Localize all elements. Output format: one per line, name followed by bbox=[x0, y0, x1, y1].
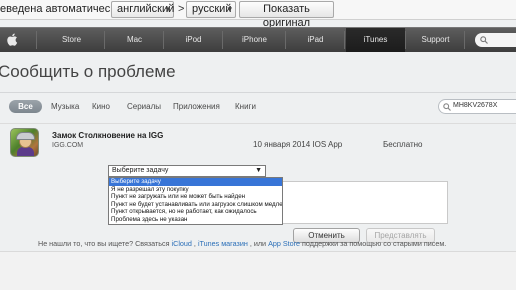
chevron-down-icon: ▾ bbox=[165, 4, 170, 14]
target-language-select[interactable]: русский ▾ bbox=[186, 1, 236, 18]
global-search-field[interactable] bbox=[475, 33, 516, 47]
nav-item-support[interactable]: Support bbox=[407, 28, 464, 52]
translate-direction: > bbox=[178, 3, 185, 15]
nav-item-ipad[interactable]: iPad bbox=[287, 28, 344, 52]
problem-description-textarea[interactable] bbox=[280, 181, 448, 224]
footer bbox=[0, 251, 516, 290]
app-name: Замок Столкновение на IGG bbox=[52, 131, 164, 140]
filter-tab-books[interactable]: Книги bbox=[235, 100, 256, 113]
search-icon bbox=[480, 36, 488, 44]
itunes-store-link[interactable]: iTunes магазин bbox=[198, 239, 248, 248]
nav-separator bbox=[344, 31, 345, 49]
nav-item-itunes[interactable]: iTunes bbox=[346, 28, 405, 52]
target-language-value: русский bbox=[192, 3, 232, 15]
nav-separator bbox=[104, 31, 105, 49]
nav-separator bbox=[36, 31, 37, 49]
app-icon bbox=[10, 128, 39, 157]
nav-item-store[interactable]: Store bbox=[38, 28, 105, 52]
search-icon bbox=[443, 103, 451, 111]
order-search-input[interactable]: MH8KV2678X bbox=[438, 99, 516, 114]
app-developer: IGG.COM bbox=[52, 142, 84, 149]
problem-select[interactable]: Выберите задачу ▼ bbox=[108, 165, 266, 177]
nav-separator bbox=[222, 31, 223, 49]
chevron-down-icon: ▼ bbox=[255, 167, 262, 174]
nav-separator bbox=[285, 31, 286, 49]
chevron-down-icon: ▾ bbox=[227, 4, 232, 14]
filter-tab-apps[interactable]: Приложения bbox=[173, 100, 220, 113]
problem-option[interactable]: Пункт не загружать или не может быть най… bbox=[109, 193, 282, 201]
icloud-link[interactable]: iCloud bbox=[172, 239, 192, 248]
filter-tab-movies[interactable]: Кино bbox=[92, 100, 110, 113]
translate-status-text: еведена автоматически bbox=[0, 3, 122, 15]
nav-item-mac[interactable]: Mac bbox=[106, 28, 163, 52]
divider bbox=[0, 92, 516, 93]
filter-tab-tv-shows[interactable]: Сериалы bbox=[127, 100, 161, 113]
source-language-select[interactable]: английский ▾ bbox=[111, 1, 174, 18]
nav-item-ipod[interactable]: iPod bbox=[165, 28, 222, 52]
nav-separator bbox=[163, 31, 164, 49]
nav-item-iphone[interactable]: iPhone bbox=[224, 28, 285, 52]
problem-options-list: Выберите задачу Я не разрешал эту покупк… bbox=[108, 177, 283, 225]
app-price: Бесплатно bbox=[383, 140, 423, 149]
app-store-link[interactable]: App Store bbox=[268, 239, 300, 248]
problem-option[interactable]: Я не разрешал эту покупку bbox=[109, 186, 282, 194]
page-title: Сообщить о проблеме bbox=[0, 62, 176, 81]
nav-separator bbox=[405, 31, 406, 49]
filter-tab-music[interactable]: Музыка bbox=[51, 100, 79, 113]
divider bbox=[0, 123, 516, 124]
nav-separator bbox=[464, 31, 465, 49]
footer-help-text: Не нашли то, что вы ищете? Связаться iCl… bbox=[38, 239, 447, 248]
problem-option[interactable]: Пункт не будет устанавливать или загрузо… bbox=[109, 201, 282, 209]
purchase-date: 10 января 2014 IOS App bbox=[253, 140, 343, 149]
problem-option[interactable]: Пункт открывается, но не работает, как о… bbox=[109, 208, 282, 216]
apple-logo-icon[interactable] bbox=[6, 33, 18, 46]
global-nav: Store Mac iPod iPhone iPad iTunes Suppor… bbox=[0, 27, 516, 52]
translate-bar: еведена автоматически английский ▾ > рус… bbox=[0, 0, 516, 29]
filter-tab-all[interactable]: Все bbox=[9, 100, 42, 113]
show-original-button[interactable]: Показать оригинал bbox=[239, 1, 334, 29]
problem-option[interactable]: Проблема здесь не указан bbox=[109, 216, 282, 224]
problem-option[interactable]: Выберите задачу bbox=[109, 178, 282, 186]
order-search-value: MH8KV2678X bbox=[453, 102, 498, 109]
problem-select-value: Выберите задачу bbox=[112, 167, 169, 174]
